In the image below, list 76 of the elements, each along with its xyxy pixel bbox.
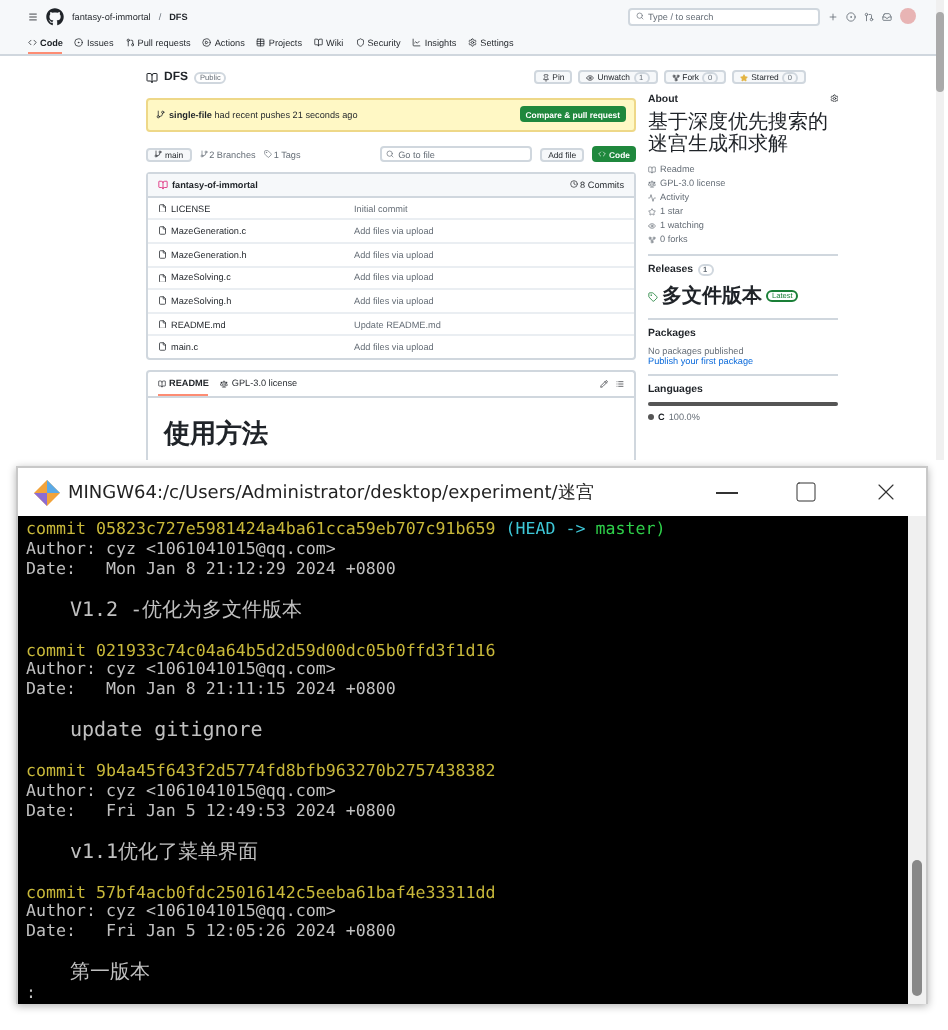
window-title: MINGW64:/c/Users/Administrator/desktop/experiment/迷宫 xyxy=(68,481,594,505)
clock-icon xyxy=(570,180,579,189)
author-line: Author: cyz <1061041015@qq.com> xyxy=(26,900,336,921)
avatar[interactable] xyxy=(900,8,916,25)
commit-line: commit 021933c74c04a64b5d2d59d00dc05b0ffd3f1d16 xyxy=(26,639,496,659)
branch-icon xyxy=(154,150,162,159)
plus-icon[interactable] xyxy=(828,11,838,22)
minimize-icon xyxy=(715,491,737,493)
pull-request-icon[interactable] xyxy=(864,11,874,22)
chart-icon xyxy=(412,38,422,48)
file-icon xyxy=(158,203,167,213)
book-icon xyxy=(158,379,166,387)
repo-description: 基于深度优先搜索的迷宫生成和求解 xyxy=(648,112,830,157)
code-icon xyxy=(598,150,607,159)
fork-icon xyxy=(671,73,680,82)
play-icon xyxy=(202,38,212,48)
file-icon xyxy=(158,226,167,236)
eye-icon xyxy=(586,73,595,82)
branch-ref: master) xyxy=(595,518,666,538)
tag-icon xyxy=(263,150,272,159)
date-line: Date: Fri Jan 5 12:05:26 2024 +0800 xyxy=(26,920,396,941)
list-icon[interactable] xyxy=(616,380,624,388)
star-icon xyxy=(740,73,749,82)
file-icon xyxy=(158,296,167,306)
head-ref: (HEAD -> xyxy=(505,518,586,538)
code-icon xyxy=(28,38,37,48)
tag-icon xyxy=(648,291,658,302)
search-icon xyxy=(636,12,644,21)
scrollbar-thumb[interactable] xyxy=(936,12,944,92)
maximize-icon xyxy=(794,480,818,504)
shield-icon xyxy=(355,38,365,48)
file-icon xyxy=(158,319,167,329)
readme-heading: 使用方法 xyxy=(161,417,270,454)
commit-message-line: V1.2 -优化为多文件版本 xyxy=(70,599,303,622)
commit-line: commit 57bf4acb0fdc25016142c5eeba61baf4e33311dd xyxy=(26,881,496,901)
date-line: Date: Fri Jan 5 12:49:53 2024 +0800 xyxy=(26,799,396,820)
pencil-icon[interactable] xyxy=(600,380,608,388)
issues-icon xyxy=(74,38,84,48)
logo-icon[interactable] xyxy=(46,7,64,26)
commit-line: commit 9b4a45f643f2d5774fd8bfb963270b2757438382 xyxy=(26,760,496,780)
commit-message-line: v1.1优化了菜单界面 xyxy=(70,841,259,864)
scale-icon xyxy=(648,179,656,188)
star-icon xyxy=(648,207,656,216)
pin-icon xyxy=(541,73,550,82)
date-line: Date: Mon Jan 8 21:11:15 2024 +0800 xyxy=(26,678,396,699)
pager-prompt: : xyxy=(26,982,36,1003)
file-icon xyxy=(158,250,167,260)
settings-icon[interactable] xyxy=(829,93,838,103)
release-name[interactable]: 多文件版本 xyxy=(662,282,762,311)
menu-icon[interactable] xyxy=(28,11,38,22)
commit-message-line: update gitignore xyxy=(70,720,263,743)
issues-icon[interactable] xyxy=(846,11,856,22)
branch-icon xyxy=(156,110,165,120)
book-icon xyxy=(648,165,656,174)
eye-icon xyxy=(648,221,656,230)
diamond-icon xyxy=(34,479,60,505)
file-icon xyxy=(158,273,167,283)
repo-icon xyxy=(146,71,158,84)
commit-message-line: 第一版本 xyxy=(70,962,150,985)
pulse-icon xyxy=(648,193,656,202)
author-line: Author: cyz <1061041015@qq.com> xyxy=(26,658,336,679)
author-line: Author: cyz <1061041015@qq.com> xyxy=(26,779,336,800)
search-icon xyxy=(386,150,395,159)
book-icon xyxy=(314,38,324,48)
commit-line: commit 05823c727e5981424a4ba61cca59eb707c91b659 xyxy=(26,518,496,538)
pull-request-icon xyxy=(125,38,135,48)
author-line: Author: cyz <1061041015@qq.com> xyxy=(26,537,336,558)
table-icon xyxy=(256,38,266,48)
settings-icon xyxy=(468,38,478,48)
file-icon xyxy=(158,342,167,352)
scale-icon xyxy=(220,379,229,387)
branch-icon xyxy=(199,150,208,159)
inbox-icon[interactable] xyxy=(882,11,892,22)
fork-icon xyxy=(648,235,656,244)
scrollbar-thumb[interactable] xyxy=(912,860,922,997)
date-line: Date: Mon Jan 8 21:12:29 2024 +0800 xyxy=(26,557,396,578)
